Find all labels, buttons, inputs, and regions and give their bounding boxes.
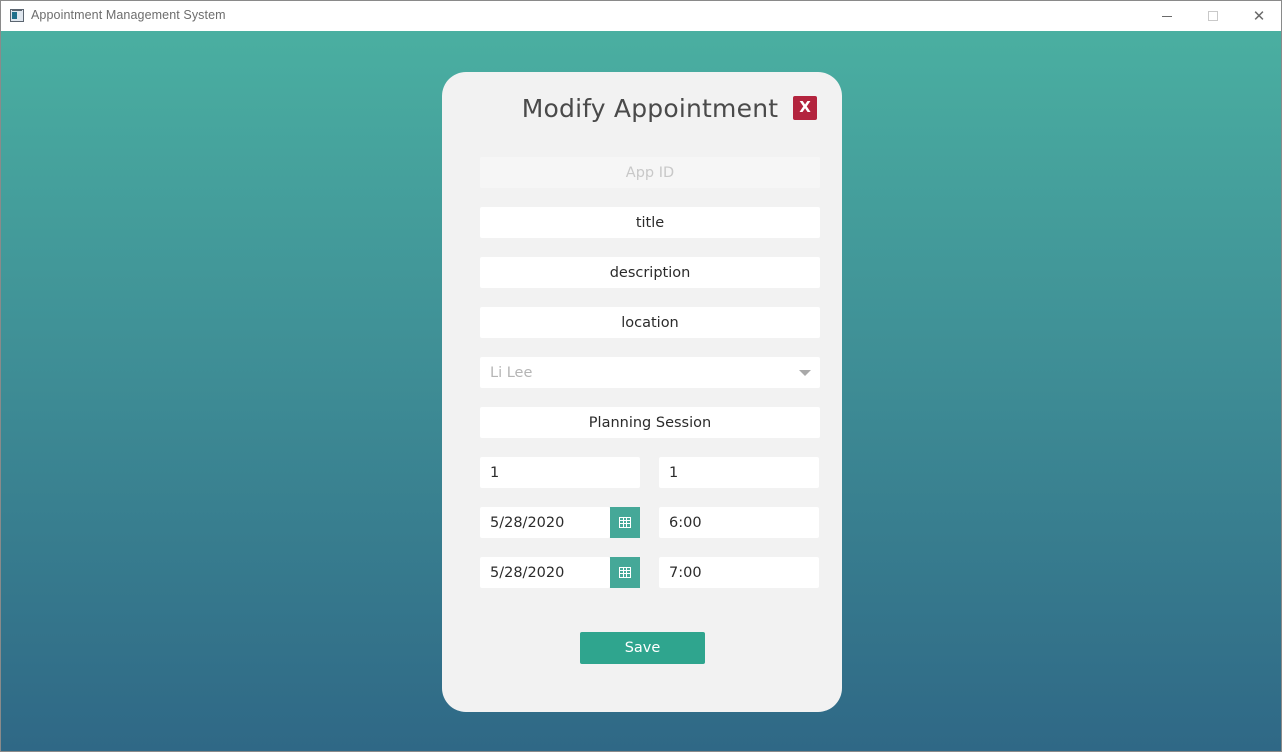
modify-appointment-dialog: Modify Appointment X App ID title descri… <box>442 72 842 712</box>
minimize-button[interactable] <box>1144 1 1190 31</box>
end-date-picker-button[interactable] <box>610 557 640 588</box>
type-field[interactable]: Planning Session <box>480 407 820 438</box>
chevron-down-icon <box>799 370 811 376</box>
description-field[interactable]: description <box>480 257 820 288</box>
app-window: Appointment Management System ✕ Modify A… <box>0 0 1282 752</box>
customer-id-field[interactable]: 1 <box>480 457 640 488</box>
contact-select[interactable]: Li Lee <box>480 357 820 388</box>
close-icon: X <box>799 98 811 116</box>
maximize-icon <box>1208 11 1218 21</box>
end-date-field[interactable]: 5/28/2020 <box>480 557 610 588</box>
start-time-field[interactable]: 6:00 <box>659 507 819 538</box>
calendar-icon <box>619 517 631 528</box>
window-title: Appointment Management System <box>31 8 226 22</box>
close-icon: ✕ <box>1252 7 1266 25</box>
app-id-field[interactable]: App ID <box>480 157 820 188</box>
background-panel: Modify Appointment X App ID title descri… <box>1 31 1281 751</box>
maximize-button[interactable] <box>1190 1 1236 31</box>
minimize-icon <box>1162 15 1172 17</box>
calendar-icon <box>619 567 631 578</box>
title-bar: Appointment Management System ✕ <box>1 1 1281 31</box>
location-field[interactable]: location <box>480 307 820 338</box>
start-date-picker-button[interactable] <box>610 507 640 538</box>
start-date-field[interactable]: 5/28/2020 <box>480 507 610 538</box>
user-id-field[interactable]: 1 <box>659 457 819 488</box>
title-field[interactable]: title <box>480 207 820 238</box>
window-close-button[interactable]: ✕ <box>1236 1 1281 31</box>
close-dialog-button[interactable]: X <box>793 96 817 120</box>
end-time-field[interactable]: 7:00 <box>659 557 819 588</box>
save-button[interactable]: Save <box>580 632 705 664</box>
app-window-icon <box>10 9 24 22</box>
contact-select-value: Li Lee <box>490 364 533 381</box>
